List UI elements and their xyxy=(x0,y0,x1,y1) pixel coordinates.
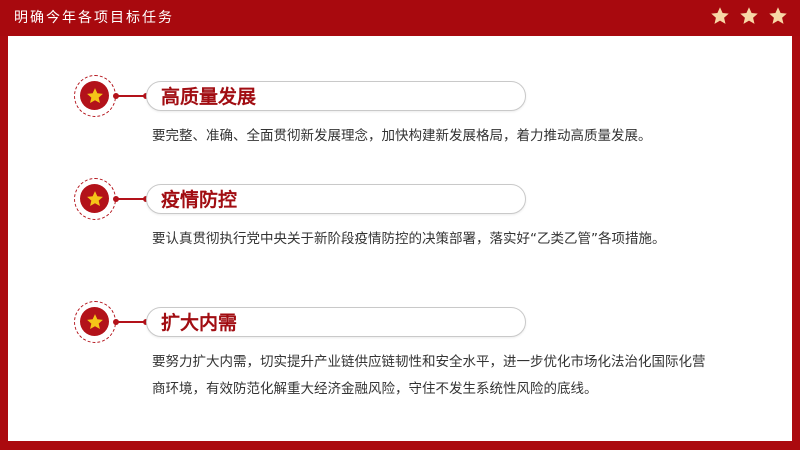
decorative-stars xyxy=(710,6,788,26)
section-badge xyxy=(74,301,116,343)
section-heading: 疫情防控 xyxy=(146,184,526,214)
star-icon xyxy=(711,7,729,24)
section-badge xyxy=(74,178,116,220)
section-description: 要努力扩大内需，切实提升产业链供应链韧性和安全水平，进一步优化市场化法治化国际化… xyxy=(152,354,706,397)
star-icon xyxy=(769,7,787,24)
connector-line xyxy=(113,319,149,325)
page-title: 明确今年各项目标任务 xyxy=(14,10,174,26)
section-title: 疫情防控 xyxy=(161,189,238,211)
star-icon xyxy=(740,7,758,24)
top-bar: 明确今年各项目标任务 xyxy=(0,0,800,36)
section-badge xyxy=(74,75,116,117)
star-icon xyxy=(86,190,103,206)
section-title: 扩大内需 xyxy=(161,312,238,334)
section-description: 要认真贯彻执行党中央关于新阶段疫情防控的决策部署，落实好“乙类乙管”各项措施。 xyxy=(152,231,666,247)
section-heading: 扩大内需 xyxy=(146,307,526,337)
connector-line xyxy=(113,196,149,202)
connector-line xyxy=(113,93,149,99)
section-description: 要完整、准确、全面贯彻新发展理念，加快构建新发展格局，着力推动高质量发展。 xyxy=(152,128,652,144)
section-title: 高质量发展 xyxy=(161,86,257,108)
star-icon xyxy=(86,313,103,329)
section-heading: 高质量发展 xyxy=(146,81,526,111)
star-icon xyxy=(86,87,103,103)
